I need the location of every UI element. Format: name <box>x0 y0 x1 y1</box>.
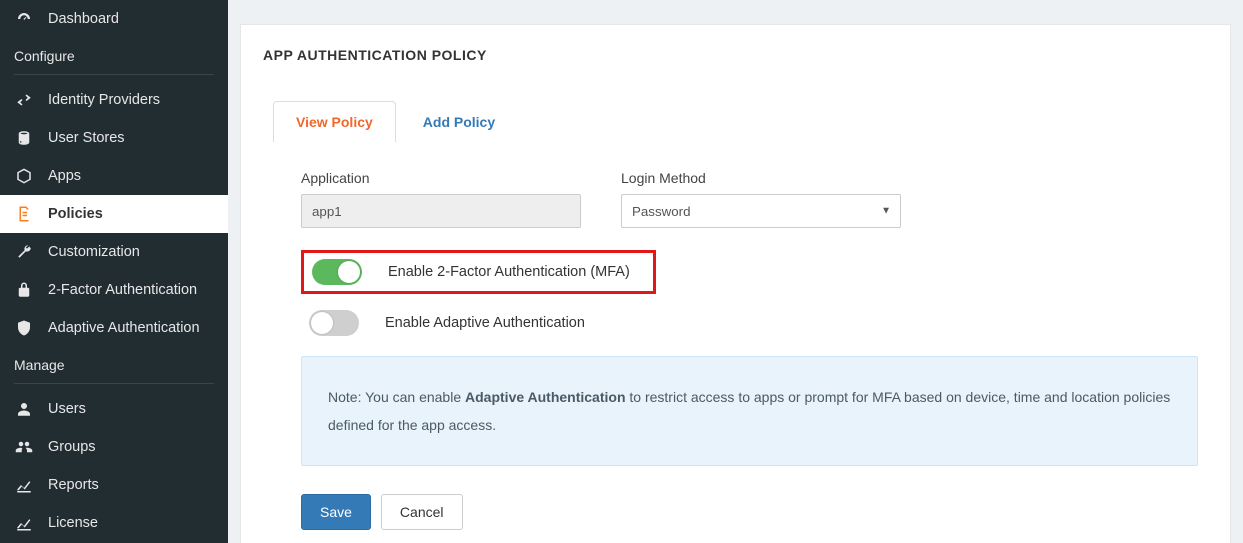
adaptive-toggle-label: Enable Adaptive Authentication <box>385 315 585 331</box>
lock-icon <box>14 281 34 299</box>
user-icon <box>14 400 34 418</box>
login-method-select-wrap: Password ▼ <box>621 194 901 228</box>
toggle-knob <box>338 261 360 283</box>
wrench-icon <box>14 243 34 261</box>
policy-form: Application Login Method Password ▼ <box>263 170 1208 530</box>
sidebar-item-label: Policies <box>48 206 103 222</box>
adaptive-toggle[interactable] <box>309 310 359 336</box>
chart-icon <box>14 514 34 532</box>
cancel-button[interactable]: Cancel <box>381 494 463 530</box>
sidebar-item-user-stores[interactable]: User Stores <box>0 119 228 157</box>
field-application: Application <box>301 170 581 228</box>
sidebar-item-label: User Stores <box>48 130 125 146</box>
sidebar-item-apps[interactable]: Apps <box>0 157 228 195</box>
note-bold: Adaptive Authentication <box>465 389 626 405</box>
panel-title: APP AUTHENTICATION POLICY <box>241 25 1230 83</box>
sidebar-item-label: Apps <box>48 168 81 184</box>
dashboard-icon <box>14 10 34 28</box>
sidebar-item-label: Dashboard <box>48 11 119 27</box>
toggle-row-mfa: Enable 2-Factor Authentication (MFA) <box>301 250 1208 294</box>
sidebar-section-manage: Manage <box>0 347 228 379</box>
toggle-knob <box>311 312 333 334</box>
form-row: Application Login Method Password ▼ <box>301 170 1208 228</box>
button-row: Save Cancel <box>301 494 1208 530</box>
info-note: Note: You can enable Adaptive Authentica… <box>301 356 1198 466</box>
login-method-label: Login Method <box>621 170 901 186</box>
sidebar-item-label: Groups <box>48 439 96 455</box>
save-button[interactable]: Save <box>301 494 371 530</box>
shield-icon <box>14 319 34 337</box>
sidebar: Dashboard Configure Identity Providers U… <box>0 0 228 543</box>
policy-tabs: View Policy Add Policy <box>273 101 1208 142</box>
field-login-method: Login Method Password ▼ <box>621 170 901 228</box>
mfa-toggle[interactable] <box>312 259 362 285</box>
swap-icon <box>14 91 34 109</box>
chart-icon <box>14 476 34 494</box>
tab-add-policy[interactable]: Add Policy <box>400 101 518 142</box>
panel-body: View Policy Add Policy Application Login… <box>241 101 1230 543</box>
sidebar-item-label: Identity Providers <box>48 92 160 108</box>
database-icon <box>14 129 34 147</box>
main-content: APP AUTHENTICATION POLICY View Policy Ad… <box>228 0 1243 543</box>
sidebar-item-users[interactable]: Users <box>0 390 228 428</box>
document-icon <box>14 205 34 223</box>
panel-auth-policy: APP AUTHENTICATION POLICY View Policy Ad… <box>240 24 1231 543</box>
note-prefix: Note: You can enable <box>328 389 465 405</box>
sidebar-item-license[interactable]: License <box>0 504 228 542</box>
sidebar-item-customization[interactable]: Customization <box>0 233 228 271</box>
sidebar-item-label: 2-Factor Authentication <box>48 282 197 298</box>
sidebar-item-label: Users <box>48 401 86 417</box>
users-icon <box>14 438 34 456</box>
application-label: Application <box>301 170 581 186</box>
highlight-box: Enable 2-Factor Authentication (MFA) <box>301 250 656 294</box>
sidebar-item-policies[interactable]: Policies <box>0 195 228 233</box>
application-input[interactable] <box>301 194 581 228</box>
sidebar-item-identity-providers[interactable]: Identity Providers <box>0 81 228 119</box>
tab-view-policy[interactable]: View Policy <box>273 101 396 142</box>
sidebar-item-groups[interactable]: Groups <box>0 428 228 466</box>
sidebar-item-label: Reports <box>48 477 99 493</box>
toggle-row-adaptive: Enable Adaptive Authentication <box>301 310 1208 336</box>
sidebar-item-two-factor[interactable]: 2-Factor Authentication <box>0 271 228 309</box>
sidebar-item-adaptive[interactable]: Adaptive Authentication <box>0 309 228 347</box>
sidebar-item-reports[interactable]: Reports <box>0 466 228 504</box>
sidebar-section-configure: Configure <box>0 38 228 70</box>
divider <box>14 383 214 384</box>
sidebar-item-label: License <box>48 515 98 531</box>
login-method-select[interactable]: Password <box>621 194 901 228</box>
mfa-toggle-label: Enable 2-Factor Authentication (MFA) <box>388 264 630 280</box>
divider <box>14 74 214 75</box>
sidebar-item-label: Customization <box>48 244 140 260</box>
cube-icon <box>14 167 34 185</box>
sidebar-item-dashboard[interactable]: Dashboard <box>0 0 228 38</box>
sidebar-item-label: Adaptive Authentication <box>48 320 200 336</box>
